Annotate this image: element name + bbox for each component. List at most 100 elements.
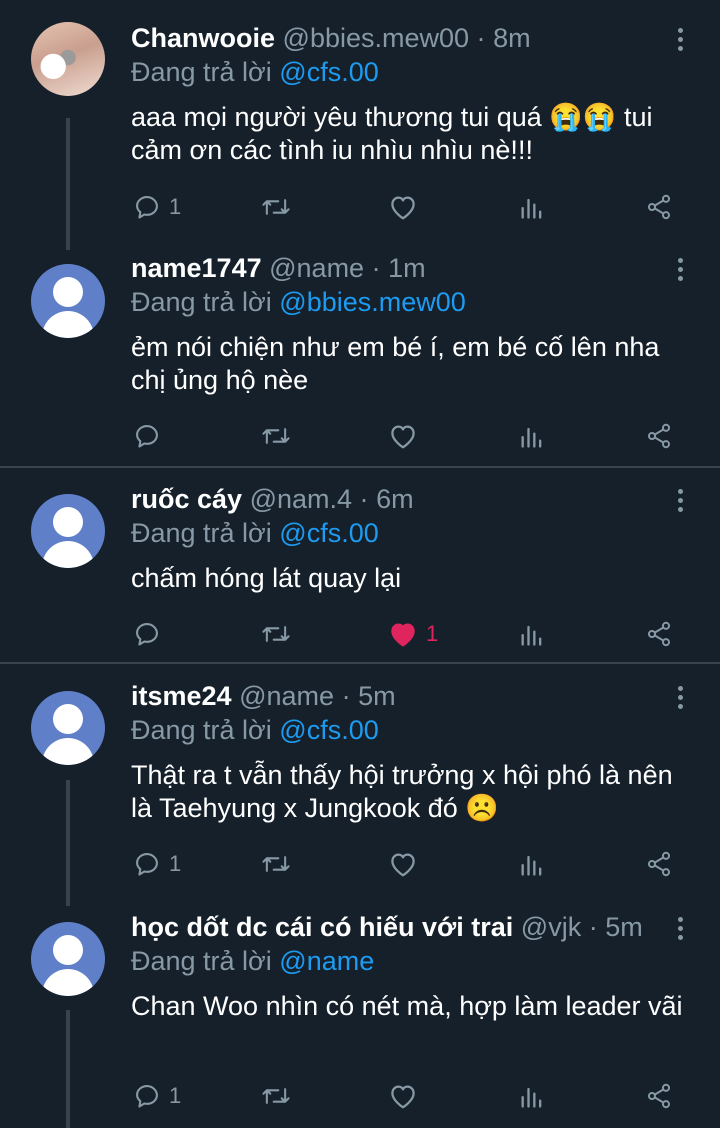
tweet[interactable]: name1747 @name · 1m Đang trả lời @bbies.…	[0, 250, 720, 466]
action-bar	[0, 418, 720, 454]
more-icon[interactable]	[672, 917, 688, 947]
reply-icon	[133, 620, 161, 648]
display-name[interactable]: itsme24	[131, 681, 232, 711]
like-icon	[388, 193, 418, 221]
display-name[interactable]: Chanwooie	[131, 23, 275, 53]
analytics-button[interactable]	[518, 616, 546, 652]
reply-button[interactable]	[133, 418, 169, 454]
reply-prefix: Đang trả lời	[131, 57, 272, 87]
share-icon	[645, 422, 673, 450]
reply-button[interactable]	[133, 616, 169, 652]
tweet-header: Chanwooie @bbies.mew00 · 8m	[131, 22, 531, 54]
retweet-button[interactable]	[260, 1078, 292, 1114]
separator: ·	[359, 484, 369, 514]
share-icon	[645, 193, 673, 221]
more-icon[interactable]	[672, 258, 688, 288]
tweet-header: ruốc cáy @nam.4 · 6m	[131, 483, 414, 515]
more-icon[interactable]	[672, 28, 688, 58]
like-icon	[388, 422, 418, 450]
retweet-button[interactable]	[260, 616, 292, 652]
like-button[interactable]	[388, 418, 418, 454]
reply-button[interactable]: 1	[133, 846, 181, 882]
share-icon	[645, 620, 673, 648]
analytics-button[interactable]	[518, 846, 546, 882]
reply-mention[interactable]: @cfs.00	[279, 715, 378, 745]
retweet-button[interactable]	[260, 418, 292, 454]
tweet-text: ẻm nói chiện như em bé í, em bé cố lên n…	[131, 332, 660, 395]
separator: ·	[476, 23, 486, 53]
handle[interactable]: @name	[269, 253, 364, 283]
separator: ·	[588, 912, 598, 942]
reply-context: Đang trả lời @name	[131, 945, 374, 977]
display-name[interactable]: ruốc cáy	[131, 484, 242, 514]
reply-context: Đang trả lời @cfs.00	[131, 714, 379, 746]
reply-count: 1	[169, 1083, 182, 1108]
timestamp[interactable]: 8m	[493, 23, 531, 53]
retweet-icon	[260, 193, 292, 221]
share-button[interactable]	[645, 616, 673, 652]
analytics-icon	[518, 850, 546, 878]
tweet-header: itsme24 @name · 5m	[131, 680, 396, 712]
like-icon	[388, 620, 418, 648]
reply-icon	[133, 422, 161, 450]
share-button[interactable]	[645, 846, 673, 882]
more-icon[interactable]	[672, 686, 688, 716]
share-icon	[645, 850, 673, 878]
share-icon	[645, 1082, 673, 1110]
timestamp[interactable]: 1m	[388, 253, 426, 283]
analytics-button[interactable]	[518, 189, 546, 225]
tweet-header: name1747 @name · 1m	[131, 252, 426, 284]
handle[interactable]: @bbies.mew00	[283, 23, 470, 53]
tweet[interactable]: itsme24 @name · 5m Đang trả lời @cfs.00 …	[0, 664, 720, 906]
tweet[interactable]: Chanwooie @bbies.mew00 · 8m Đang trả lời…	[0, 0, 720, 250]
timestamp[interactable]: 5m	[605, 912, 643, 942]
like-button[interactable]	[388, 189, 418, 225]
like-button[interactable]: 1	[388, 616, 438, 652]
display-name[interactable]: name1747	[131, 253, 262, 283]
reply-mention[interactable]: @bbies.mew00	[279, 287, 466, 317]
separator: ·	[341, 681, 351, 711]
share-button[interactable]	[645, 1078, 673, 1114]
tweet-text: Thật ra t vẫn thấy hội trưởng x hội phó …	[131, 760, 673, 823]
avatar[interactable]	[31, 691, 105, 765]
action-bar: 1	[0, 616, 720, 652]
retweet-button[interactable]	[260, 846, 292, 882]
share-button[interactable]	[645, 189, 673, 225]
reply-button[interactable]: 1	[133, 1078, 181, 1114]
reply-mention[interactable]: @name	[279, 946, 374, 976]
handle[interactable]: @nam.4	[250, 484, 352, 514]
reply-count: 1	[169, 194, 182, 219]
reply-count: 1	[169, 851, 182, 876]
handle[interactable]: @name	[239, 681, 334, 711]
reply-prefix: Đang trả lời	[131, 946, 272, 976]
reply-button[interactable]: 1	[133, 189, 181, 225]
avatar[interactable]	[31, 264, 105, 338]
reply-mention[interactable]: @cfs.00	[279, 518, 378, 548]
more-icon[interactable]	[672, 489, 688, 519]
analytics-button[interactable]	[518, 418, 546, 454]
avatar[interactable]	[31, 922, 105, 996]
analytics-icon	[518, 422, 546, 450]
reply-mention[interactable]: @cfs.00	[279, 57, 378, 87]
tweet[interactable]: học dốt dc cái có hiếu với trai @vjk · 5…	[0, 906, 720, 1128]
avatar[interactable]	[31, 494, 105, 568]
share-button[interactable]	[645, 418, 673, 454]
like-icon	[388, 1082, 418, 1110]
like-button[interactable]	[388, 1078, 418, 1114]
tweet[interactable]: ruốc cáy @nam.4 · 6m Đang trả lời @cfs.0…	[0, 468, 720, 662]
action-bar: 1	[0, 846, 720, 882]
reply-context: Đang trả lời @cfs.00	[131, 517, 379, 549]
like-button[interactable]	[388, 846, 418, 882]
tweet-text: chấm hóng lát quay lại	[131, 563, 402, 593]
retweet-button[interactable]	[260, 189, 292, 225]
display-name[interactable]: học dốt dc cái có hiếu với trai	[131, 912, 513, 942]
tweet-text: aaa mọi người yêu thương tui quá 😭😭 tui …	[131, 102, 653, 165]
reply-icon	[133, 850, 161, 878]
avatar[interactable]	[31, 22, 105, 96]
timestamp[interactable]: 6m	[376, 484, 414, 514]
analytics-button[interactable]	[518, 1078, 546, 1114]
timestamp[interactable]: 5m	[358, 681, 396, 711]
tweet-text: Chan Woo nhìn có nét mà, hợp làm leader …	[131, 991, 683, 1021]
handle[interactable]: @vjk	[521, 912, 581, 942]
reply-icon	[133, 1082, 161, 1110]
